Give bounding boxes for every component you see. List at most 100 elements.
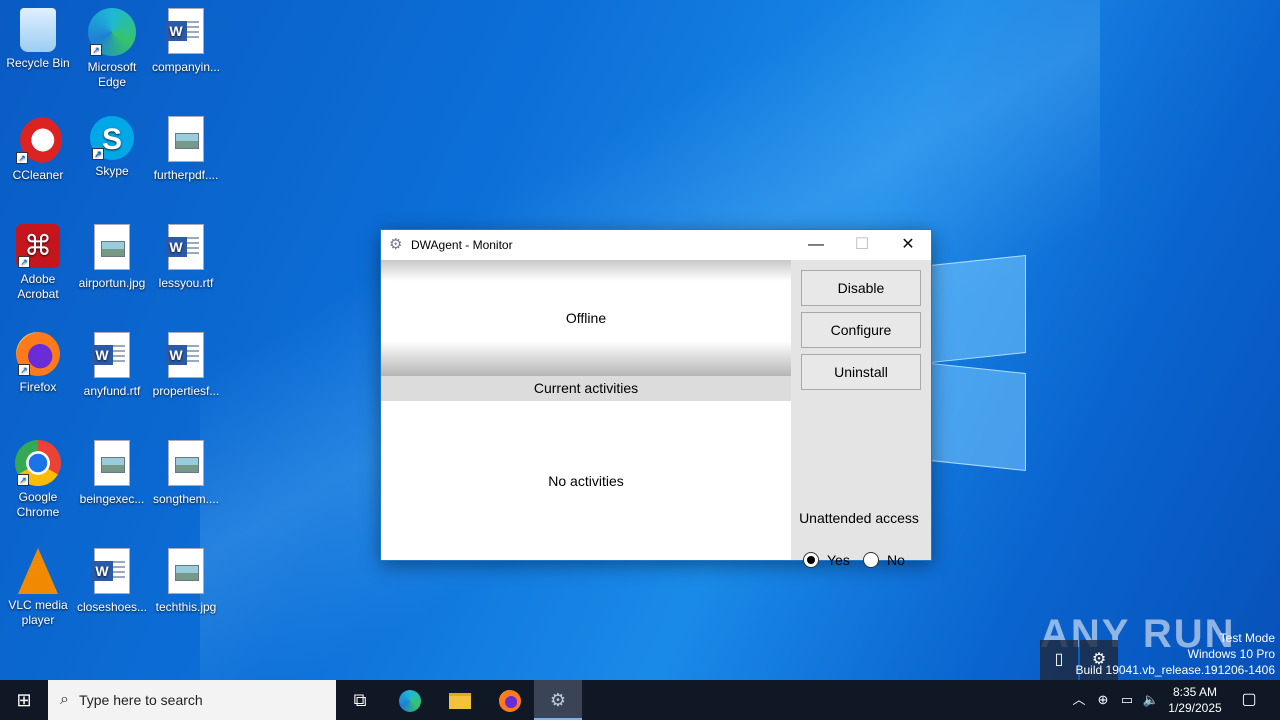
desktop-icon-label: techthis.jpg (155, 600, 217, 614)
desktop-icon-label: CCleaner (12, 168, 64, 182)
desktop-icon-ccleaner[interactable]: ↗ CCleaner (0, 116, 76, 183)
vlc-icon (18, 548, 58, 594)
desktop-icon-google-chrome[interactable]: ↗ Google Chrome (0, 440, 76, 520)
desktop-icon-file[interactable]: W companyin... (148, 8, 224, 75)
unattended-yes-option[interactable]: Yes (803, 552, 850, 568)
desktop-icon-label: airportun.jpg (78, 276, 146, 290)
unattended-no-option[interactable]: No (863, 552, 905, 568)
maximize-button: ☐ (854, 236, 870, 253)
desktop-icon-vlc[interactable]: VLC media player (0, 548, 76, 628)
desktop-icon-adobe-acrobat[interactable]: ⌘ ↗ Adobe Acrobat (0, 224, 76, 302)
desktop-icon-file[interactable]: W anyfund.rtf (74, 332, 150, 399)
uninstall-button[interactable]: Uninstall (801, 354, 921, 390)
desktop-icon-label: VLC media player (8, 598, 68, 627)
volume-icon[interactable]: 🔈 (1140, 680, 1162, 720)
desktop-icon-file[interactable]: airportun.jpg (74, 224, 150, 291)
desktop-icon-file[interactable]: songthem.... (148, 440, 224, 507)
dwagent-monitor-window: ⚙ DWAgent - Monitor — ☐ ✕ Offline Curren… (380, 229, 932, 568)
task-view-icon: ⧉ (353, 690, 367, 710)
windows-edition: Windows 10 Pro (1187, 647, 1275, 661)
image-file-icon (88, 224, 136, 272)
radio-yes-label: Yes (827, 552, 850, 568)
network-icon-glyph: ▭ (1120, 692, 1134, 707)
device-icon: ⊕ (1097, 692, 1109, 707)
desktop-icon-label: Recycle Bin (6, 56, 70, 70)
radio-no-label: No (887, 552, 905, 568)
image-file-icon (162, 116, 210, 164)
search-icon: ⌕ (60, 691, 69, 708)
wallpaper-windows-logo (930, 240, 1030, 480)
taskbar-dwagent[interactable]: ⚙ (534, 680, 582, 720)
desktop-icon-file[interactable]: W lessyou.rtf (148, 224, 224, 291)
desktop-icon-skype[interactable]: S ↗ Skype (74, 116, 150, 179)
desktop-icon-label: Microsoft Edge (87, 60, 137, 89)
taskbar: ⊞ ⌕ Type here to search ⧉ ⚙ ︿ ⊕ ▭ 🔈 8:35… (0, 680, 1280, 720)
taskbar-search-box[interactable]: ⌕ Type here to search (48, 680, 336, 720)
acrobat-icon: ⌘ ↗ (16, 224, 60, 268)
minimize-button[interactable]: — (793, 230, 839, 260)
word-doc-icon: W (162, 8, 210, 56)
desktop-icon-file[interactable]: beingexec... (74, 440, 150, 507)
recycle-bin-icon (20, 8, 56, 52)
desktop-icon-label: Adobe Acrobat (17, 272, 59, 301)
close-button[interactable]: ✕ (885, 230, 931, 260)
windows-build: Build 19041.vb_release.191206-1406 (1075, 663, 1276, 677)
connection-status: Offline (381, 260, 791, 376)
firefox-icon: ↗ (16, 332, 60, 376)
desktop-icon-file[interactable]: W propertiesf... (148, 332, 224, 399)
radio-no[interactable] (863, 552, 879, 568)
image-file-icon (162, 440, 210, 488)
gear-icon: ⚙ (389, 236, 403, 253)
desktop-icon-label: beingexec... (79, 492, 145, 506)
desktop-icon-label: companyin... (151, 60, 221, 74)
desktop-icon-label: propertiesf... (152, 384, 220, 398)
test-mode-label: Test Mode (1219, 631, 1275, 645)
taskbar-file-explorer[interactable] (436, 680, 484, 720)
desktop-icon-label: songthem.... (152, 492, 220, 506)
search-placeholder: Type here to search (78, 692, 203, 708)
tray-device-icon[interactable]: ⊕ (1092, 680, 1114, 720)
activities-header: Current activities (381, 376, 791, 401)
notification-icon: ▢ (1241, 691, 1257, 708)
action-center-button[interactable]: ▢ (1234, 680, 1264, 720)
desktop-icon-label: furtherpdf.... (153, 168, 219, 182)
test-mode-info: Test Mode Windows 10 Pro Build 19041.vb_… (1076, 630, 1276, 678)
ccleaner-icon: ↗ (14, 116, 62, 164)
desktop-icon-label: Skype (95, 164, 129, 178)
clock-date: 1/29/2025 (1168, 701, 1222, 715)
firefox-icon (499, 690, 521, 713)
activities-list: No activities (548, 472, 624, 489)
start-button[interactable]: ⊞ (0, 680, 48, 720)
desktop-icon-microsoft-edge[interactable]: ↗ Microsoft Edge (74, 8, 150, 90)
radio-yes[interactable] (803, 552, 819, 568)
taskbar-edge[interactable] (386, 680, 434, 720)
edge-icon (399, 690, 421, 713)
desktop-icon-file[interactable]: W closeshoes... (74, 548, 150, 615)
desktop-icon-label: Firefox (19, 380, 57, 394)
taskbar-clock[interactable]: 8:35 AM 1/29/2025 (1160, 684, 1230, 716)
word-doc-icon: W (88, 332, 136, 380)
taskbar-firefox[interactable] (486, 680, 534, 720)
desktop-icon-file[interactable]: furtherpdf.... (148, 116, 224, 183)
word-doc-icon: W (88, 548, 136, 596)
desktop-icon-firefox[interactable]: ↗ Firefox (0, 332, 76, 395)
clock-time: 8:35 AM (1172, 685, 1218, 699)
window-titlebar[interactable]: ⚙ DWAgent - Monitor — ☐ ✕ (381, 230, 931, 260)
image-file-icon (88, 440, 136, 488)
skype-icon: S ↗ (90, 116, 134, 160)
windows-logo-icon: ⊞ (16, 690, 32, 710)
disable-button[interactable]: Disable (801, 270, 921, 306)
edge-icon: ↗ (88, 8, 136, 56)
configure-button[interactable]: Configure (801, 312, 921, 348)
notification-app-icon[interactable]: ▯ (1040, 640, 1078, 680)
show-hidden-icons-button[interactable]: ︿ (1068, 680, 1090, 720)
desktop-icon-recycle-bin[interactable]: Recycle Bin (0, 8, 76, 71)
desktop-icon-file[interactable]: techthis.jpg (148, 548, 224, 615)
task-view-button[interactable]: ⧉ (336, 680, 384, 720)
desktop-icon-label: closeshoes... (76, 600, 148, 614)
word-doc-icon: W (162, 224, 210, 272)
network-icon[interactable]: ▭ (1116, 680, 1138, 720)
unattended-access-label: Unattended access (799, 510, 919, 526)
chevron-up-icon: ︿ (1072, 692, 1086, 707)
word-doc-icon: W (162, 332, 210, 380)
